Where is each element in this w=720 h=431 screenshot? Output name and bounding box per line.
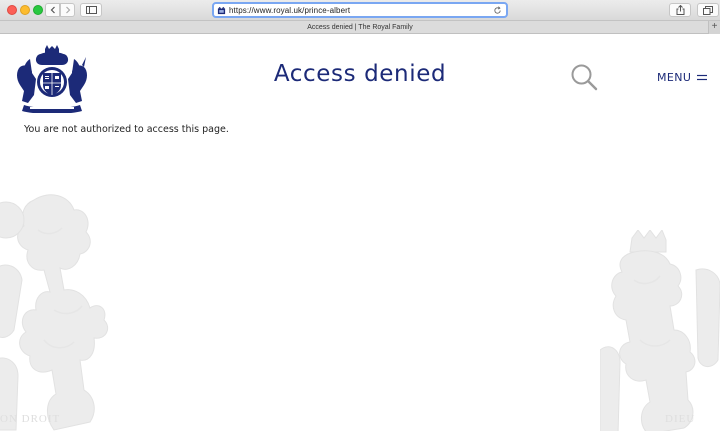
menu-button[interactable]: MENU <box>657 71 708 84</box>
active-tab-title[interactable]: Access denied | The Royal Family <box>307 24 413 31</box>
minimize-window-button[interactable] <box>20 5 30 15</box>
address-bar[interactable]: https://www.royal.uk/prince-albert <box>212 2 508 18</box>
tab-bar: Access denied | The Royal Family + <box>0 21 720 34</box>
watermark-motto-left: ON DROIT <box>0 413 61 425</box>
search-icon[interactable] <box>570 63 598 91</box>
lion-watermark-icon <box>0 194 109 431</box>
hamburger-icon <box>697 74 708 81</box>
tabs-overview-icon <box>703 5 713 15</box>
site-favicon-icon <box>217 6 226 14</box>
chevron-left-icon <box>50 6 55 14</box>
zoom-window-button[interactable] <box>33 5 43 15</box>
sidebar-toggle-button[interactable] <box>80 3 102 17</box>
sidebar-icon <box>85 6 97 14</box>
share-icon <box>676 5 684 15</box>
page-content: ON DROIT DIEU Access denied MENU You are… <box>0 35 720 431</box>
access-denied-message: You are not authorized to access this pa… <box>24 124 229 135</box>
menu-label: MENU <box>657 71 692 84</box>
page-title: Access denied <box>273 61 447 87</box>
back-button[interactable] <box>45 3 60 17</box>
watermark-motto-right: DIEU <box>665 413 696 425</box>
chevron-right-icon <box>65 6 70 14</box>
browser-toolbar: https://www.royal.uk/prince-albert <box>0 0 720 21</box>
share-button[interactable] <box>669 3 691 17</box>
url-text: https://www.royal.uk/prince-albert <box>229 5 351 15</box>
show-tabs-button[interactable] <box>697 3 719 17</box>
forward-button[interactable] <box>60 3 75 17</box>
reload-icon[interactable] <box>493 6 502 15</box>
close-window-button[interactable] <box>7 5 17 15</box>
new-tab-button[interactable]: + <box>708 21 720 34</box>
crowned-lion-watermark-icon <box>600 230 720 431</box>
